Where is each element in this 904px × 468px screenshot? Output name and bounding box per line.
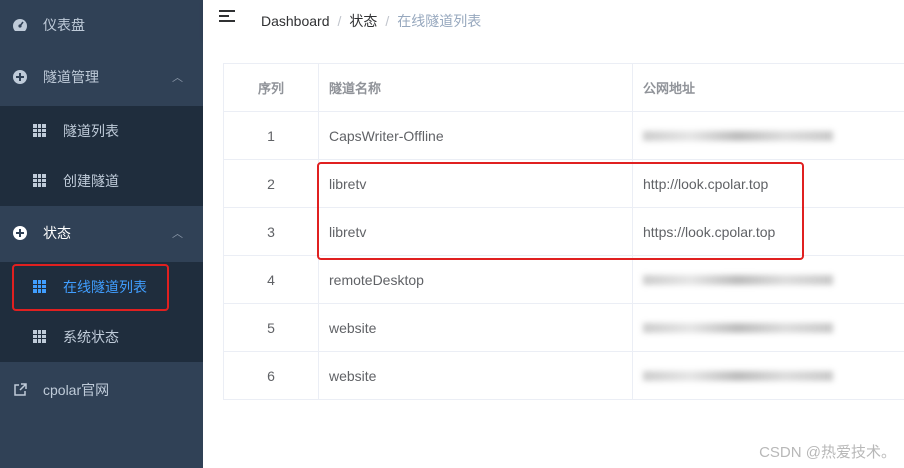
table-row: 4 remoteDesktop	[223, 255, 904, 304]
main-content: 序列 隧道名称 公网地址 1 CapsWriter-Offline 2 libretv…	[203, 40, 904, 468]
cell-tunnel-name: website	[318, 303, 633, 352]
menu-cpolar-site-label: cpolar官网	[43, 382, 110, 398]
redacted-url	[643, 370, 833, 381]
cell-public-url	[632, 111, 904, 160]
cell-index: 6	[223, 351, 319, 400]
sidebar-item-label: 系统状态	[63, 329, 119, 345]
breadcrumb: Dashboard / 状态 / 在线隧道列表	[261, 11, 481, 31]
cell-tunnel-name: libretv	[318, 159, 633, 208]
menu-status[interactable]: 状态 ︿	[0, 208, 203, 258]
redacted-url	[643, 130, 833, 141]
sidebar: 仪表盘 隧道管理 ︿ 隧道列表 创建隧道 状态 ︿ 在线隧道列表 系统状态 cp…	[0, 0, 203, 468]
cell-tunnel-name: website	[318, 351, 633, 400]
grid-icon	[33, 330, 47, 344]
cell-index: 3	[223, 207, 319, 256]
table-row: 2 libretv http://look.cpolar.top	[223, 159, 904, 208]
cell-public-url	[632, 303, 904, 352]
status-icon	[12, 225, 28, 241]
sidebar-item-online-tunnels[interactable]: 在线隧道列表	[0, 262, 203, 312]
grid-icon	[33, 280, 47, 294]
menu-dashboard-label: 仪表盘	[43, 17, 85, 33]
redacted-url	[643, 274, 833, 285]
table-row: 6 website	[223, 351, 904, 400]
watermark: CSDN @热爱技术。	[759, 444, 896, 461]
sidebar-item-tunnel-list[interactable]: 隧道列表	[0, 106, 203, 156]
cell-tunnel-name: libretv	[318, 207, 633, 256]
column-header-name: 隧道名称	[318, 63, 633, 112]
hamburger-icon[interactable]	[219, 9, 237, 25]
top-navbar: Dashboard / 状态 / 在线隧道列表	[203, 0, 904, 40]
breadcrumb-separator: /	[337, 13, 342, 29]
column-header-url: 公网地址	[632, 63, 904, 112]
cell-index: 4	[223, 255, 319, 304]
breadcrumb-status[interactable]: 状态	[349, 11, 377, 31]
cell-index: 2	[223, 159, 319, 208]
cell-public-url	[632, 255, 904, 304]
menu-cpolar-site[interactable]: cpolar官网	[0, 365, 203, 415]
sidebar-item-create-tunnel[interactable]: 创建隧道	[0, 156, 203, 206]
grid-icon	[33, 124, 47, 138]
menu-dashboard[interactable]: 仪表盘	[0, 0, 203, 50]
external-link-icon	[12, 382, 28, 398]
cell-tunnel-name: CapsWriter-Offline	[318, 111, 633, 160]
table-row: 5 website	[223, 303, 904, 352]
menu-status-label: 状态	[43, 225, 71, 241]
sidebar-item-system-status[interactable]: 系统状态	[0, 312, 203, 362]
dashboard-icon	[12, 17, 28, 33]
chevron-up-icon: ︿	[172, 228, 183, 240]
breadcrumb-dashboard[interactable]: Dashboard	[261, 13, 330, 29]
tunnel-management-icon	[12, 69, 28, 85]
table-header-row: 序列 隧道名称 公网地址	[223, 63, 904, 112]
column-header-index: 序列	[223, 63, 319, 112]
cell-public-url: http://look.cpolar.top	[632, 159, 904, 208]
sidebar-item-label: 创建隧道	[63, 173, 119, 189]
breadcrumb-current: 在线隧道列表	[397, 13, 482, 29]
cell-tunnel-name: remoteDesktop	[318, 255, 633, 304]
chevron-up-icon: ︿	[172, 72, 183, 84]
sidebar-item-label: 在线隧道列表	[63, 279, 147, 295]
table-row: 1 CapsWriter-Offline	[223, 111, 904, 160]
grid-icon	[33, 174, 47, 188]
table-row: 3 libretv https://look.cpolar.top	[223, 207, 904, 256]
cell-public-url: https://look.cpolar.top	[632, 207, 904, 256]
menu-tunnel-management[interactable]: 隧道管理 ︿	[0, 52, 203, 102]
cell-index: 5	[223, 303, 319, 352]
cell-index: 1	[223, 111, 319, 160]
sidebar-item-label: 隧道列表	[63, 123, 119, 139]
breadcrumb-separator: /	[385, 13, 390, 29]
redacted-url	[643, 322, 833, 333]
menu-tunnel-management-label: 隧道管理	[43, 69, 99, 85]
tunnel-table: 序列 隧道名称 公网地址 1 CapsWriter-Offline 2 libretv…	[223, 63, 904, 400]
cell-public-url	[632, 351, 904, 400]
